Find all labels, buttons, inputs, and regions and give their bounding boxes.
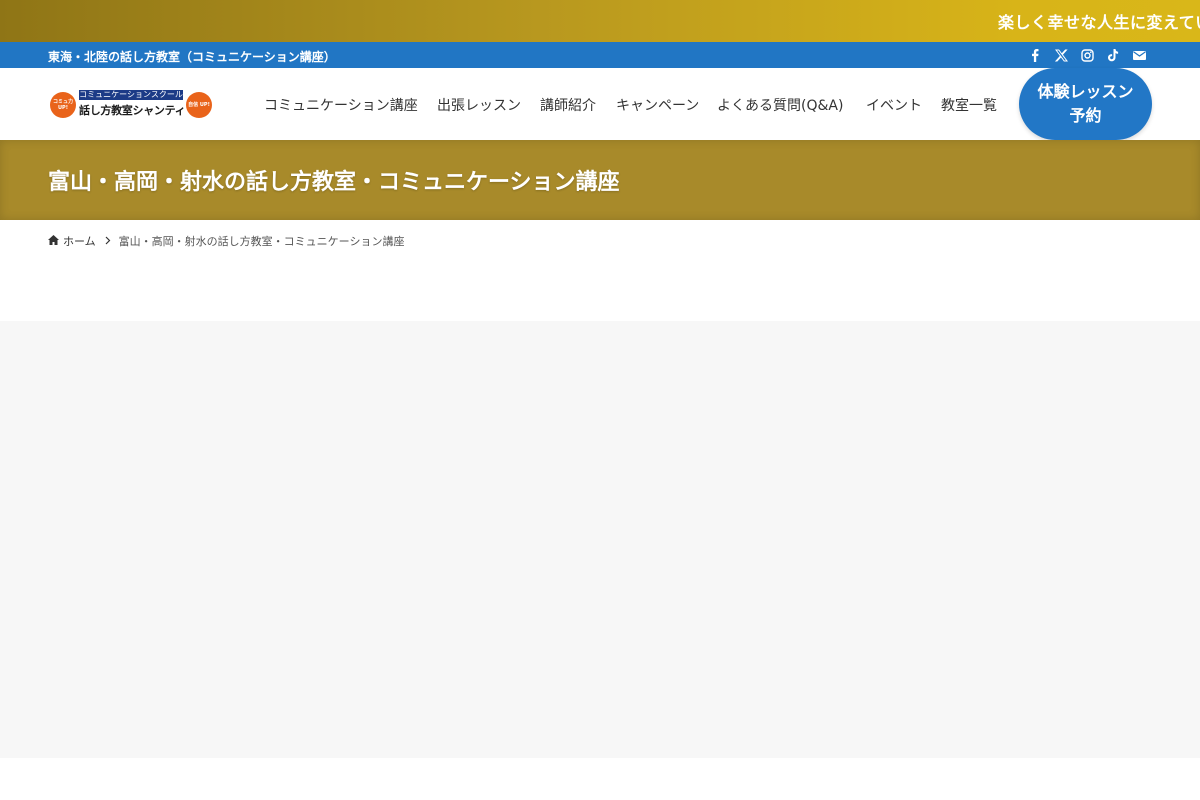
logo-name: 話し方教室シャンティ xyxy=(79,104,186,117)
nav-item-campaign[interactable]: キャンペーン xyxy=(616,95,699,115)
main-content-area xyxy=(0,321,1200,758)
page-title: 富山・高岡・射水の話し方教室・コミュニケーション講座 xyxy=(48,170,620,195)
trial-lesson-button[interactable]: 体験レッスン予約 xyxy=(1019,68,1152,140)
site-tagline: 東海・北陸の話し方教室（コミュニケーション講座） xyxy=(48,50,336,64)
nav-item-onsite-lesson[interactable]: 出張レッスン xyxy=(437,95,521,115)
tiktok-icon[interactable] xyxy=(1106,42,1120,68)
breadcrumb: ホーム 富山・高岡・射水の話し方教室・コミュニケーション講座 xyxy=(48,234,404,248)
x-icon[interactable] xyxy=(1054,42,1068,68)
top-info-bar: 東海・北陸の話し方教室（コミュニケーション講座） xyxy=(0,42,1200,68)
nav-item-communication-course[interactable]: コミュニケーション講座 xyxy=(264,95,418,115)
page-title-banner: 富山・高岡・射水の話し方教室・コミュニケーション講座 xyxy=(0,140,1200,220)
nav-item-events[interactable]: イベント xyxy=(866,95,922,115)
nav-item-faq[interactable]: よくある質問(Q&A) xyxy=(717,95,843,115)
logo-badge-left: コミュ力 UP! xyxy=(50,92,76,118)
nav-item-classroom-list[interactable]: 教室一覧 xyxy=(941,95,997,115)
facebook-icon[interactable] xyxy=(1028,42,1042,68)
site-header: コミュ力 UP! コミュニケーションスクール 話し方教室シャンティ 自信 UP!… xyxy=(0,68,1200,140)
home-icon xyxy=(48,234,59,248)
chevron-right-icon xyxy=(105,235,111,248)
logo-tagline: コミュニケーションスクール xyxy=(79,90,183,100)
breadcrumb-home[interactable]: ホーム xyxy=(48,233,96,249)
breadcrumb-current: 富山・高岡・射水の話し方教室・コミュニケーション講座 xyxy=(118,235,405,248)
logo-badge-right: 自信 UP! xyxy=(186,92,212,118)
nav-item-instructors[interactable]: 講師紹介 xyxy=(540,95,596,115)
instagram-icon[interactable] xyxy=(1080,42,1094,68)
mail-icon[interactable] xyxy=(1132,42,1146,68)
breadcrumb-home-label: ホーム xyxy=(63,235,96,248)
marquee-text: 楽しく幸せな人生に変えてい xyxy=(998,13,1200,32)
marquee-bar: 楽しく幸せな人生に変えてい xyxy=(0,0,1200,42)
site-logo[interactable]: コミュ力 UP! コミュニケーションスクール 話し方教室シャンティ 自信 UP! xyxy=(50,89,212,119)
